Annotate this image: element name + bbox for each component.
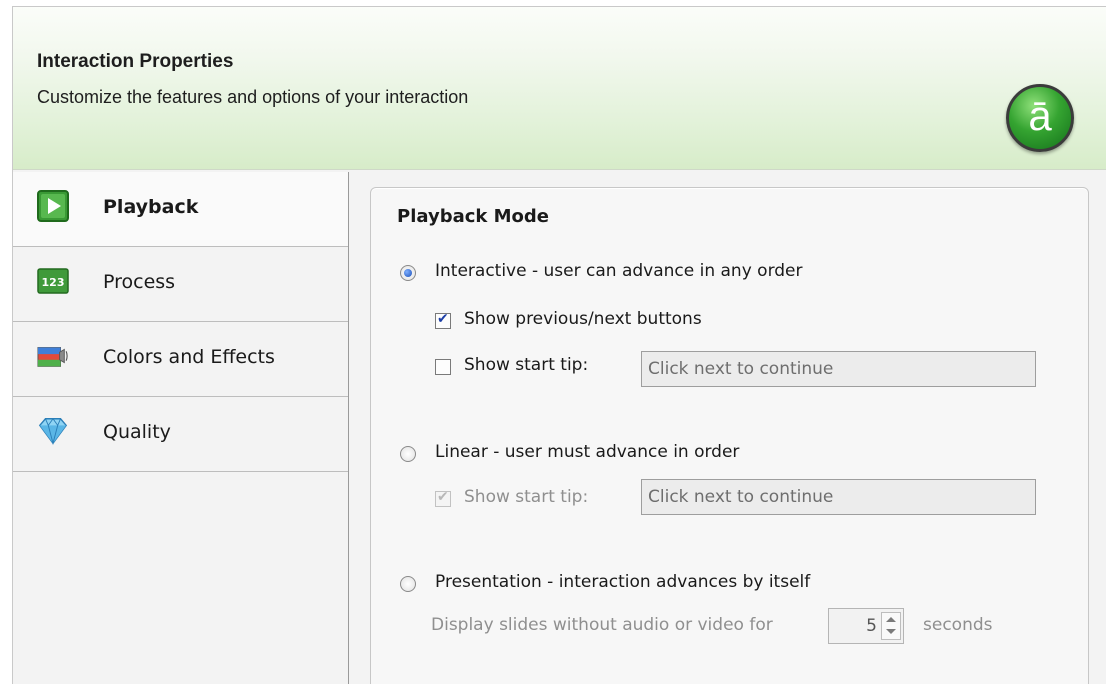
dialog-title: Interaction Properties [37,51,234,72]
interactive-radio[interactable] [400,265,416,281]
sidebar-item-quality[interactable]: Quality [13,397,348,472]
play-icon [37,190,69,222]
presentation-radio[interactable] [400,576,416,592]
svg-text:123: 123 [42,276,65,289]
start-tip-input[interactable]: Click next to continue [641,351,1036,387]
spin-up-icon[interactable] [886,617,896,622]
seconds-spinner[interactable]: 5 [828,608,904,644]
linear-show-start-tip-label: Show start tip: [464,487,589,507]
colors-effects-icon [37,347,68,367]
sidebar: Playback 123 Process Colors and Effects [13,172,349,684]
display-slides-label: Display slides without audio or video fo… [431,615,773,635]
sidebar-item-label: Colors and Effects [103,346,275,368]
playback-mode-panel: Playback Mode Interactive - user can adv… [370,187,1089,684]
show-start-tip-checkbox[interactable] [435,359,451,375]
sidebar-item-label: Process [103,271,176,293]
show-prev-next-label: Show previous/next buttons [464,309,702,329]
interaction-properties-dialog: Interaction Properties Customize the fea… [12,6,1106,684]
show-start-tip-label: Show start tip: [464,355,589,375]
app-logo-icon: ā [1006,84,1074,152]
numbers-icon: 123 [37,268,69,294]
presentation-label: Presentation - interaction advances by i… [435,572,811,592]
show-prev-next-checkbox[interactable] [435,311,451,329]
spinner-buttons[interactable] [881,612,901,640]
seconds-label: seconds [923,615,993,635]
linear-start-tip-input[interactable]: Click next to continue [641,479,1036,515]
dialog-header: Interaction Properties Customize the fea… [13,7,1106,170]
dialog-subtitle: Customize the features and options of yo… [37,87,469,107]
linear-label: Linear - user must advance in order [435,442,740,462]
diamond-icon [38,417,68,446]
panel-title: Playback Mode [397,206,549,227]
linear-show-start-tip-checkbox[interactable] [435,489,451,507]
linear-radio[interactable] [400,446,416,462]
sidebar-item-label: Quality [103,421,171,443]
spin-down-icon[interactable] [886,629,896,634]
logo-letter: ā [1028,92,1052,139]
seconds-value: 5 [866,616,877,636]
sidebar-item-process[interactable]: 123 Process [13,247,348,322]
interactive-label: Interactive - user can advance in any or… [435,261,803,281]
sidebar-item-label: Playback [103,196,199,218]
sidebar-item-playback[interactable]: Playback [13,172,348,247]
sidebar-item-colors-effects[interactable]: Colors and Effects [13,322,348,397]
